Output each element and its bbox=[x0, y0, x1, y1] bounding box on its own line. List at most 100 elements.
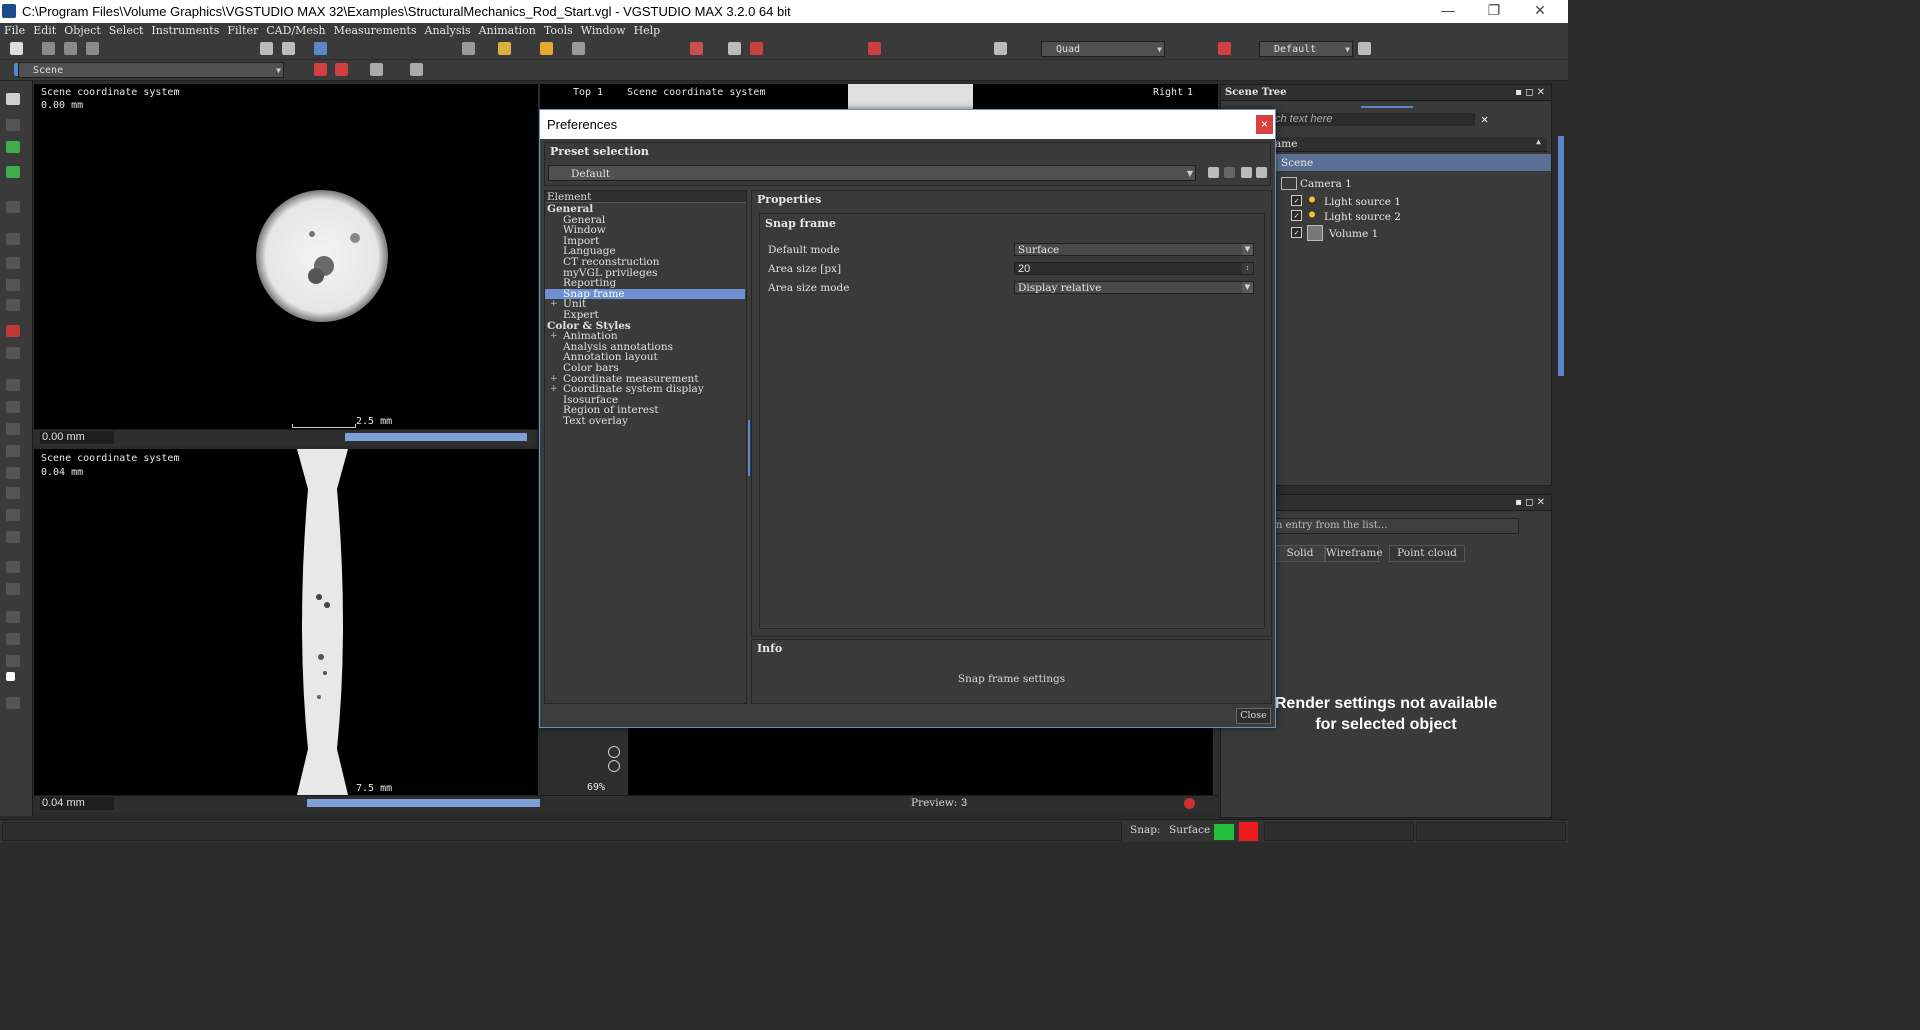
white-square-icon[interactable] bbox=[6, 672, 15, 681]
menu-animation[interactable]: Animation bbox=[475, 23, 540, 39]
display-mode-icon[interactable] bbox=[6, 697, 20, 709]
default-mode-select[interactable]: Surface ▼ bbox=[1014, 243, 1254, 256]
area-size-mode-select[interactable]: Display relative ▼ bbox=[1014, 281, 1254, 294]
menu-edit[interactable]: Edit bbox=[29, 23, 60, 39]
menu-select[interactable]: Select bbox=[105, 23, 148, 39]
hand-icon[interactable] bbox=[994, 42, 1007, 55]
menu-object[interactable]: Object bbox=[60, 23, 105, 39]
tab-point-cloud[interactable]: Point cloud bbox=[1389, 545, 1465, 562]
status-red-indicator[interactable] bbox=[1239, 822, 1258, 841]
menu-instruments[interactable]: Instruments bbox=[147, 23, 223, 39]
tab-wireframe[interactable]: Wireframe bbox=[1325, 545, 1383, 562]
select-mode-icon[interactable] bbox=[314, 42, 327, 55]
menu-file[interactable]: File bbox=[0, 23, 29, 39]
transform-icon[interactable] bbox=[572, 42, 585, 55]
light-2-checkbox[interactable]: ✓ bbox=[1291, 210, 1302, 221]
import-preset-icon[interactable] bbox=[1241, 167, 1252, 178]
warning-icon[interactable] bbox=[1218, 42, 1231, 55]
stop-render-icon[interactable] bbox=[1184, 798, 1195, 809]
export-preset-icon[interactable] bbox=[1256, 167, 1267, 178]
bookmark-icon[interactable] bbox=[314, 63, 327, 76]
close-window-button[interactable]: ✕ bbox=[1520, 2, 1560, 20]
split-tool-icon[interactable] bbox=[6, 423, 20, 435]
scene-item-light-2[interactable]: Light source 2 bbox=[1324, 211, 1401, 223]
scene-item-light-1[interactable]: Light source 1 bbox=[1324, 196, 1401, 208]
status-green-indicator[interactable] bbox=[1214, 824, 1234, 840]
new-file-icon[interactable] bbox=[10, 42, 23, 55]
tree-item[interactable]: Text overlay bbox=[545, 416, 745, 427]
viewport-3d[interactable]: 69% bbox=[540, 726, 1218, 795]
expand-plus-icon[interactable]: + bbox=[550, 374, 558, 385]
menu-filter[interactable]: Filter bbox=[223, 23, 262, 39]
pointer-tool-icon[interactable] bbox=[6, 93, 20, 105]
picker-tool-icon[interactable] bbox=[6, 633, 20, 645]
settings-wrench-icon[interactable] bbox=[1358, 42, 1371, 55]
scene-item-camera[interactable]: Camera 1 bbox=[1300, 178, 1352, 190]
menu-cad-mesh[interactable]: CAD/Mesh bbox=[262, 23, 329, 39]
viewport-2d-top-left[interactable]: Scene coordinate system 0.00 mm 2.5 mm bbox=[34, 84, 538, 429]
preset-select[interactable]: Default ▼ bbox=[548, 165, 1196, 181]
zoom-out-icon[interactable] bbox=[608, 760, 620, 772]
menu-window[interactable]: Window bbox=[577, 23, 630, 39]
viewport-2d-top-right[interactable]: Top 1 Scene coordinate system Right 1 bbox=[540, 84, 1218, 109]
menu-measurements[interactable]: Measurements bbox=[330, 23, 421, 39]
menu-tools[interactable]: Tools bbox=[540, 23, 577, 39]
zoom-in-icon[interactable] bbox=[608, 746, 620, 758]
pin-icon[interactable] bbox=[410, 63, 423, 76]
polyline-tool-icon[interactable] bbox=[6, 299, 20, 311]
lock-tool-icon[interactable] bbox=[6, 561, 20, 573]
minimize-button[interactable]: — bbox=[1428, 2, 1468, 20]
scene-search-input[interactable]: ch text here bbox=[1275, 113, 1475, 126]
preview-value[interactable]: 3 bbox=[961, 797, 967, 809]
invert-tool-icon[interactable] bbox=[6, 445, 20, 457]
align-icon[interactable] bbox=[370, 63, 383, 76]
expand-plus-icon[interactable]: + bbox=[550, 299, 558, 310]
scene-combo[interactable]: Scene ▼ bbox=[18, 62, 284, 78]
color-tool-icon[interactable] bbox=[6, 325, 20, 337]
snap-value[interactable]: Surface bbox=[1169, 824, 1210, 836]
save-as-icon[interactable] bbox=[86, 42, 99, 55]
unlock-tool-icon[interactable] bbox=[6, 583, 20, 595]
sphere-tool-icon[interactable] bbox=[6, 257, 20, 269]
render-preset-select[interactable]: n entry from the list... bbox=[1275, 518, 1519, 534]
menu-help[interactable]: Help bbox=[630, 23, 665, 39]
preset-combo[interactable]: Default ▼ bbox=[1259, 41, 1353, 57]
tab-solid[interactable]: Solid bbox=[1275, 545, 1325, 562]
shrink-tool-icon[interactable] bbox=[6, 487, 20, 499]
right-scrollbar[interactable] bbox=[1555, 84, 1568, 816]
tool-icon[interactable] bbox=[498, 42, 511, 55]
brush-tool-icon[interactable] bbox=[6, 611, 20, 623]
dialog-close-button[interactable]: × bbox=[1256, 115, 1273, 134]
restore-button[interactable]: ❐ bbox=[1474, 2, 1514, 20]
scene-item-volume[interactable]: Volume 1 bbox=[1329, 228, 1378, 240]
clear-search-icon[interactable]: ✕ bbox=[1481, 112, 1488, 126]
volume-checkbox[interactable]: ✓ bbox=[1291, 227, 1302, 238]
save-icon[interactable] bbox=[64, 42, 77, 55]
splitter-handle[interactable] bbox=[748, 420, 750, 476]
pencil-tool-icon[interactable] bbox=[6, 119, 20, 131]
light-1-checkbox[interactable]: ✓ bbox=[1291, 195, 1302, 206]
bookmark-delete-icon[interactable] bbox=[335, 63, 348, 76]
move-icon[interactable] bbox=[282, 42, 295, 55]
panel-window-controls-icon[interactable]: ▪ ◻ ✕ bbox=[1515, 495, 1545, 510]
open-file-icon[interactable] bbox=[42, 42, 55, 55]
clipping-icon[interactable] bbox=[868, 42, 881, 55]
scene-tree-column-header[interactable]: ame ▲ bbox=[1275, 137, 1547, 152]
favorite-star-icon[interactable] bbox=[540, 42, 553, 55]
dialog-close-text-button[interactable]: Close bbox=[1236, 708, 1271, 724]
scene-tree-root[interactable]: Scene bbox=[1275, 154, 1551, 171]
undo-tool-icon[interactable] bbox=[6, 655, 20, 667]
polygon-tool-icon[interactable] bbox=[6, 279, 20, 291]
merge-tool-icon[interactable] bbox=[6, 401, 20, 413]
fill-tool-icon[interactable] bbox=[6, 347, 20, 359]
spin-arrows-icon[interactable]: ↕ bbox=[1242, 263, 1253, 274]
color-map-icon[interactable] bbox=[750, 42, 763, 55]
slice-position-field[interactable]: 0.04 mm bbox=[40, 797, 114, 810]
measure-distance-icon[interactable] bbox=[462, 42, 475, 55]
slice-slider[interactable] bbox=[307, 799, 567, 807]
magic-wand-icon[interactable] bbox=[6, 166, 20, 178]
save-preset-icon[interactable] bbox=[1208, 167, 1219, 178]
area-size-spinbox[interactable]: 20 ↕ bbox=[1014, 262, 1254, 275]
layer-tool-icon[interactable] bbox=[6, 379, 20, 391]
panel-window-controls-icon[interactable]: ▪ ◻ ✕ bbox=[1515, 85, 1545, 100]
